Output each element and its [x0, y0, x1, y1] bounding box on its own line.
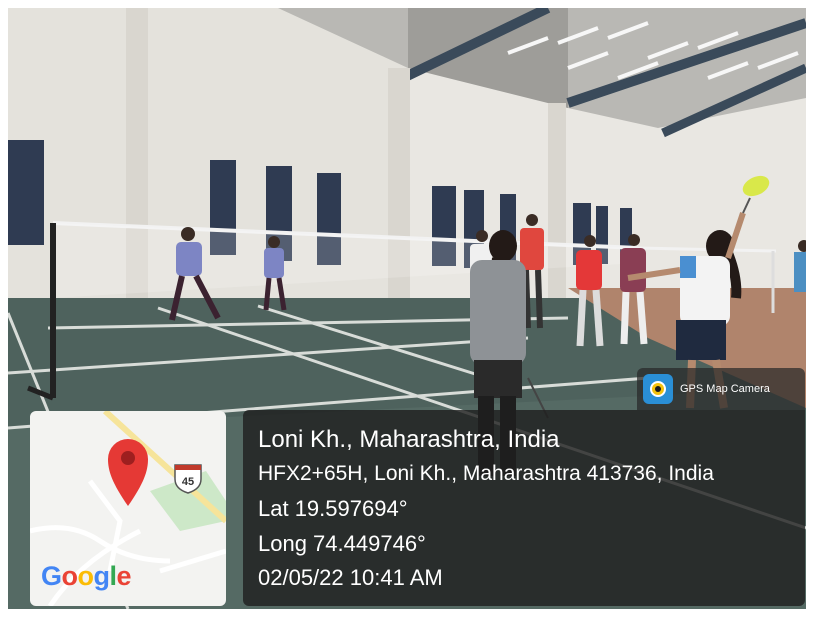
road-shield-label: 45	[182, 476, 194, 488]
map-pin-icon	[108, 439, 148, 506]
google-letter-g2: g	[93, 561, 111, 591]
google-letter-o2: o	[77, 561, 95, 591]
google-logo: Google	[41, 561, 132, 592]
google-letter-e: e	[116, 561, 132, 591]
gps-map-camera-icon	[643, 374, 673, 404]
google-letter-o1: o	[61, 561, 79, 591]
gps-map-camera-badge: GPS Map Camera	[637, 368, 805, 410]
google-letter-g: G	[41, 561, 62, 591]
google-letter-l: l	[109, 561, 118, 591]
datetime-text: 02/05/22 10:41 AM	[258, 565, 443, 590]
address-text: HFX2+65H, Loni Kh., Maharashtra 413736, …	[258, 462, 714, 485]
latitude-text: Lat 19.597694°	[258, 496, 408, 521]
location-map-thumbnail: 45 Google	[30, 411, 226, 606]
location-info-panel: Loni Kh., Maharashtra, India HFX2+65H, L…	[243, 410, 805, 606]
longitude-text: Long 74.449746°	[258, 531, 426, 556]
gps-app-name: GPS Map Camera	[680, 383, 770, 395]
place-title: Loni Kh., Maharashtra, India	[258, 426, 560, 453]
